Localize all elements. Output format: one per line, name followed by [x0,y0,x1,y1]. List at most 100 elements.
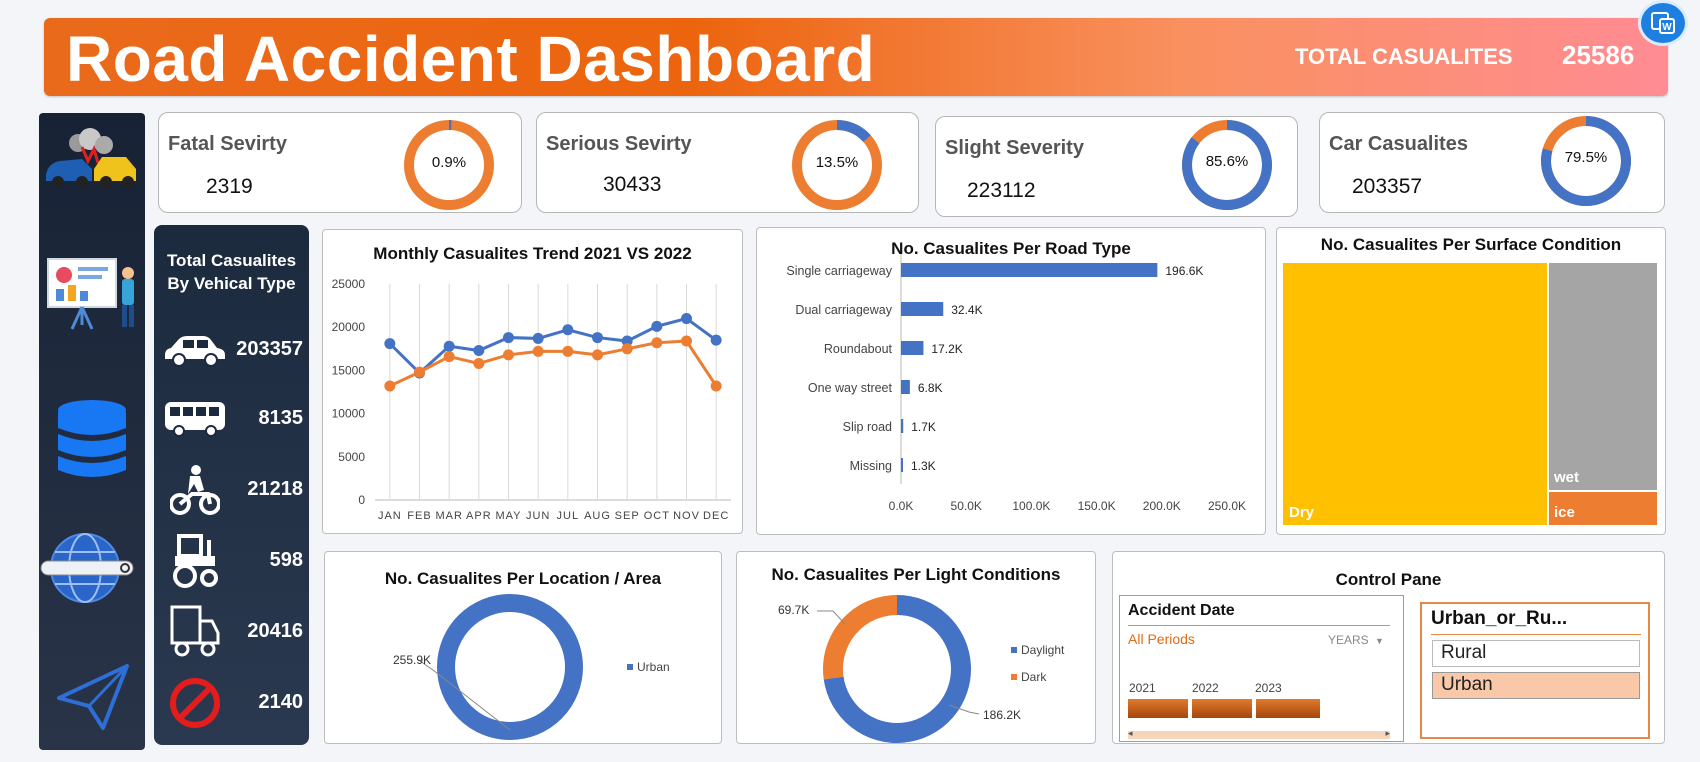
kpi-slight-value: 223112 [967,179,1036,202]
legend-marker [627,664,633,670]
bar-value-label: 1.7K [911,420,936,434]
truck-icon [162,605,228,657]
accident-date-slicer: Accident Date All Periods YEARS ▼ 2021 2… [1119,595,1404,742]
word-export-button[interactable]: W [1638,0,1688,46]
y-tick-label: 25000 [332,277,366,291]
scroll-right-icon[interactable]: ▸ [1385,728,1390,739]
vehicle-row-car: 203357 [154,325,309,375]
legend-label: Daylight [1021,643,1065,657]
series-point-1 [443,351,455,363]
vehicle-value-tractor: 598 [269,549,303,571]
category-label: Roundabout [824,342,893,356]
treemap-ice[interactable]: ice [1549,492,1657,525]
legend-label: Urban [637,660,670,674]
pie-slice [823,595,898,680]
vehicle-value-motorcycle: 21218 [247,478,303,500]
vehicle-row-motorcycle: 21218 [154,465,309,515]
paper-plane-icon[interactable] [39,658,145,734]
kpi-slight-percent: 85.6% [1205,153,1249,170]
x-tick-label: 250.0K [1208,499,1246,513]
x-tick-label: MAR [435,510,462,522]
light-panel: No. Casualites Per Light Conditions 186.… [736,551,1096,744]
x-tick-label: 200.0K [1143,499,1181,513]
series-point-1 [414,366,425,378]
vehicle-row-truck: 20416 [154,605,309,657]
motorcycle-icon [162,465,228,515]
kpi-fatal-percent: 0.9% [431,154,467,171]
series-point-1 [592,349,603,361]
sidebar [39,113,145,750]
y-tick-label: 0 [358,493,365,507]
kpi-serious-value: 30433 [603,173,662,196]
road-type-chart: 0.0K 50.0K 100.0K 150.0K 200.0K 250.0K Single … [786,254,1246,513]
bar [901,458,903,472]
date-unit-label: YEARS [1328,633,1369,647]
date-unit-dropdown[interactable]: YEARS ▼ [1328,633,1384,647]
timeline-scrollbar[interactable]: ◂ ▸ [1128,728,1390,739]
treemap-ice-label: ice [1554,504,1575,521]
treemap-wet[interactable]: wet [1549,263,1657,490]
kpi-car-percent: 79.5% [1564,149,1608,166]
globe-search-icon[interactable] [39,528,145,608]
year-label-2021: 2021 [1129,681,1156,695]
year-bar-2022[interactable] [1192,699,1254,718]
treemap-wet-label: wet [1554,469,1580,486]
road-type-panel: No. Casualites Per Road Type 0.0K 50.0K 10… [756,227,1266,535]
x-tick-label: 100.0K [1012,499,1050,513]
series-point-1 [503,349,514,361]
category-label: Single carriageway [786,264,892,278]
legend-marker [1011,674,1017,680]
urban-rural-slicer: Urban_or_Ru... Rural Urban [1420,602,1650,739]
x-tick-label: FEB [407,510,431,522]
series-point-0 [503,332,514,344]
series-point-0 [681,313,692,325]
vehicle-value-truck: 20416 [247,620,303,642]
area-slicer-divider [1431,634,1641,635]
kpi-slight: Slight Severity 223112 85.6% [935,116,1298,217]
series-line-1 [389,339,718,388]
kpi-serious-percent: 13.5% [815,154,859,171]
kpi-slight-label: Slight Severity [945,137,1084,159]
treemap-dry[interactable]: Dry [1283,263,1547,525]
kpi-fatal: Fatal Sevirty 2319 0.9% [158,112,522,213]
x-tick-label: MAY [495,510,521,522]
x-tick-label: SEP [615,510,640,522]
location-panel: No. Casualites Per Location / Area 255.9… [324,551,722,744]
series-point-1 [710,380,722,392]
car-crash-icon[interactable] [39,125,145,193]
slice-value-label: 255.9K [393,653,431,667]
database-icon[interactable] [39,398,145,482]
legend-marker [1011,647,1017,653]
series-point-1 [532,345,544,357]
bar-value-label: 32.4K [951,303,982,317]
year-bar-2023[interactable] [1256,699,1320,718]
bar-value-label: 196.6K [1165,264,1203,278]
bar [901,419,904,433]
vehicle-title-line2: By Vehical Type [167,274,296,293]
bar [901,302,944,316]
slicer-option-rural[interactable]: Rural [1432,640,1640,667]
scroll-left-icon[interactable]: ◂ [1128,728,1133,739]
total-casualties-label: TOTAL CASUALITES [1295,44,1513,69]
presentation-icon[interactable] [39,253,145,333]
series-point-0 [384,338,396,350]
series-point-0 [710,334,722,346]
vehicle-row-tractor: 598 [154,534,309,588]
bar [901,380,910,394]
kpi-serious-label: Serious Sevirty [546,133,692,155]
treemap-wet-fill [1549,263,1657,490]
series-point-0 [473,345,485,357]
year-label-2023: 2023 [1255,681,1282,695]
vehicle-row-other: 2140 [154,678,309,728]
year-bar-2021[interactable] [1128,699,1190,718]
x-tick-label: JUN [526,510,550,522]
treemap-dry-label: Dry [1289,504,1315,521]
series-point-0 [592,332,603,344]
date-period-label[interactable]: All Periods [1128,631,1195,647]
series-point-0 [443,340,455,352]
x-tick-label: 150.0K [1078,499,1116,513]
series-point-1 [621,343,633,355]
category-label: Missing [850,459,892,473]
slicer-option-urban[interactable]: Urban [1432,672,1640,699]
series-point-1 [562,345,574,357]
